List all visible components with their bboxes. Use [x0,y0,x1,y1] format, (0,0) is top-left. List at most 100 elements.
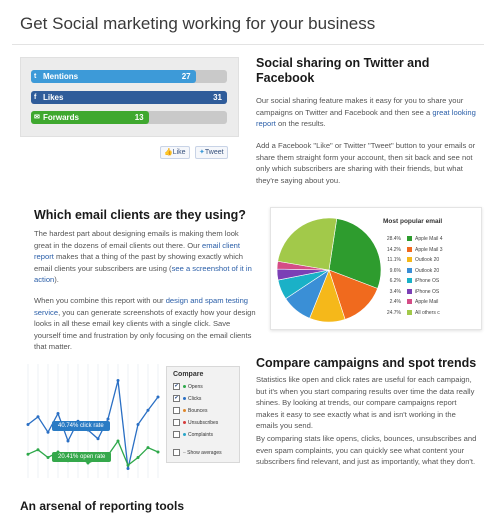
legend-value: 2.4% [389,299,401,305]
social-sharing-para1: Our social sharing feature makes it easy… [256,95,478,130]
pie-chart [276,217,381,323]
compare-option-label: Complaints [188,432,214,438]
compare-option-complaints[interactable]: Complaints [173,431,213,440]
checkbox[interactable] [173,407,180,415]
legend-value: 11.1% [387,257,401,263]
legend-swatch [407,288,412,294]
checkbox[interactable] [173,419,180,427]
series-point [126,463,130,467]
compare-widget-title: Compare [173,371,204,378]
show-averages-option[interactable]: – Show averages [173,449,222,458]
series-color-dot [183,385,186,389]
series-color-dot [183,397,186,401]
email-clients-para1: The hardest part about designing emails … [34,228,256,286]
clients-para2-text: When you combine this report with our [34,296,164,305]
compare-widget: Compare ✔ Opens ✔ Clicks Bounces Unsubscribes… [166,366,240,463]
email-clients-heading: Which email clients are they using? [34,208,246,222]
series-color-dot [183,433,186,437]
legend-item: 6.2% iPhone OS [379,277,479,285]
series-point [26,452,30,456]
open-rate-tag: 20.41% open rate [52,452,112,462]
series-point [66,439,70,443]
forwards-bar: ✉ Forwards 13 [31,111,227,124]
series-point [156,395,160,399]
compare-option-bounces[interactable]: Bounces [173,407,207,416]
series-point [96,437,100,441]
checkbox[interactable]: ✔ [173,395,180,403]
series-point [36,448,40,452]
legend-swatch [407,299,412,305]
legend-item: 24.7% All others c [379,309,479,317]
legend-label: Apple Mail 4 [415,236,443,242]
series-point [156,450,160,454]
mentions-bar: t Mentions 27 [31,70,227,83]
likes-count: 31 [213,93,222,102]
legend-label: iPhone OS [415,278,440,284]
series-point [136,423,140,426]
social-sharing-para2: Add a Facebook "Like" or Twitter "Tweet"… [256,141,476,185]
legend-label: Outlook 20 [415,267,440,274]
click-rate-tag: 40.74% click rate [52,421,110,431]
tweet-button-label: Tweet [204,149,224,156]
email-clients-para2: When you combine this report with our de… [34,295,256,353]
mentions-bar-fill: t Mentions 27 [31,70,196,83]
compare-option-label: Clicks [188,396,202,402]
legend-item: 14.2% Apple Mail 3 [379,246,479,254]
series-point [136,456,140,459]
title-divider [12,44,484,45]
compare-heading: Compare campaigns and spot trends [256,356,477,370]
reporting-tools-heading: An arsenal of reporting tools [20,499,185,513]
compare-option-label: Unsubscribes [188,420,219,426]
dash-icon: – [183,450,186,456]
legend-item: 2.4% Apple Mail [379,298,479,306]
thumbs-up-icon: 👍 [164,149,173,156]
legend-label: Apple Mail [415,299,439,305]
series-point [116,439,120,443]
likes-bar: f Likes 31 [31,91,227,104]
clients-para2-end: , you can generate screenshots of exactl… [34,307,256,352]
legend-item: 9.6% Outlook 20 [379,267,479,275]
social-bars-panel: t Mentions 27 f Likes 31 ✉ Forwards 13 [20,57,239,137]
compare-option-clicks[interactable]: ✔ Clicks [173,395,201,404]
compare-option-label: Opens [188,384,203,390]
chart-title: Most popular email [383,218,443,225]
checkbox[interactable] [173,449,180,457]
facebook-icon: f [34,94,37,101]
compare-option-unsubscribes[interactable]: Unsubscribes [173,419,218,428]
legend-value: 3.4% [389,288,401,295]
checkbox[interactable]: ✔ [173,383,180,391]
forwards-count: 13 [134,113,144,122]
legend-swatch [407,246,412,252]
series-point [146,446,150,450]
clients-para1-end: ). [54,275,59,285]
legend-value: 28.4% [386,236,401,242]
legend-label: Apple Mail 3 [415,246,443,253]
legend-swatch [407,309,412,315]
legend-swatch [407,236,412,242]
legend-value: 14.2% [386,246,401,253]
legend-value: 6.2% [389,278,401,284]
social-sharing-heading: Social sharing on Twitter and Facebook [256,56,430,85]
legend-label: iPhone OS [415,288,440,295]
likes-label: Likes [43,93,64,102]
series-point [46,430,50,434]
mentions-count: 27 [181,72,191,81]
checkbox[interactable] [173,431,180,439]
legend-swatch [407,278,412,284]
show-averages-label: Show averages [187,450,222,456]
tweet-button[interactable]: ✦Tweet [195,146,228,159]
twitter-icon: t [34,73,37,80]
like-button-label: Like [172,149,186,156]
series-color-dot [183,409,186,413]
forwards-bar-fill: ✉ Forwards 13 [31,111,149,124]
series-point [26,423,30,426]
facebook-like-button[interactable]: 👍Like [160,146,190,159]
legend-item: 11.1% Outlook 20 [379,256,479,264]
series-color-dot [183,421,186,425]
compare-option-opens[interactable]: ✔ Opens [173,383,203,392]
mentions-label: Mentions [43,72,79,81]
legend-value: 9.6% [389,267,401,274]
compare-para2: By comparing stats like opens, clicks, b… [256,434,477,467]
likes-bar-fill: f Likes 31 [31,91,227,104]
legend-swatch [407,267,412,273]
